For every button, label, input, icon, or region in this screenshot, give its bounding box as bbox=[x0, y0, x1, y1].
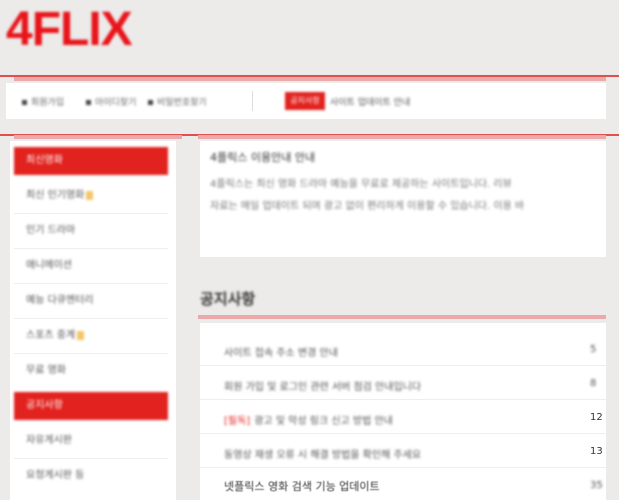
list-item-count: 8 bbox=[590, 378, 597, 389]
list-item-count: 5 bbox=[590, 344, 597, 355]
bullet-icon bbox=[86, 100, 91, 105]
find-password-link[interactable]: 비밀번호찾기 bbox=[148, 95, 207, 108]
sidebar-item-latest-movies[interactable]: 최신영화 bbox=[14, 147, 168, 175]
intro-line: 4플릭스는 최신 영화 드라마 예능을 무료로 제공하는 사이트입니다. 리뷰 bbox=[210, 179, 512, 190]
list-item-count: 35 bbox=[590, 480, 603, 491]
sidebar-item-request-board[interactable]: 요청게시판 등 bbox=[14, 462, 168, 490]
sidebar-item-free-movies[interactable]: 무료 영화 bbox=[14, 357, 168, 385]
list-item[interactable]: 사이트 접속 주소 변경 안내 5 bbox=[200, 333, 606, 366]
signup-link[interactable]: 회원가입 bbox=[22, 95, 64, 108]
list-item-title: 넷플릭스 영화 검색 기능 업데이트 bbox=[224, 480, 380, 493]
bullet-icon bbox=[148, 100, 153, 105]
sidebar-divider bbox=[14, 318, 168, 319]
hot-icon bbox=[86, 190, 94, 200]
section-band bbox=[198, 315, 606, 319]
bullet-icon bbox=[22, 100, 27, 105]
list-item-title: 회원 가입 및 로그인 관련 서버 점검 안내입니다 bbox=[224, 382, 422, 393]
sidebar-item-variety[interactable]: 예능 다큐멘터리 bbox=[14, 287, 168, 315]
list-item-count: 12 bbox=[590, 412, 603, 423]
top-bar: 회원가입 아이디찾기 비밀번호찾기 공지사항 사이트 업데이트 안내 bbox=[6, 83, 606, 119]
hot-icon bbox=[77, 330, 85, 340]
sidebar-divider bbox=[14, 213, 168, 214]
content-band bbox=[198, 135, 606, 139]
sidebar-band bbox=[14, 135, 182, 139]
find-id-link[interactable]: 아이디찾기 bbox=[86, 95, 136, 108]
sidebar-divider bbox=[14, 458, 168, 459]
list-item-title: 동영상 재생 오류 시 해결 방법을 확인해 주세요 bbox=[224, 450, 422, 461]
section-title: 공지사항 bbox=[200, 290, 256, 308]
sidebar-item-animation[interactable]: 애니메이션 bbox=[14, 252, 168, 280]
notice-list: 사이트 접속 주소 변경 안내 5 회원 가입 및 로그인 관련 서버 점검 안… bbox=[200, 323, 606, 500]
topbar-separator bbox=[252, 91, 253, 111]
intro-title: 4플릭스 이용안내 안내 bbox=[210, 151, 316, 164]
sidebar-divider bbox=[14, 353, 168, 354]
list-item[interactable]: 넷플릭스 영화 검색 기능 업데이트 35 bbox=[200, 469, 606, 500]
header-band bbox=[14, 77, 606, 81]
list-item-title: 사이트 접속 주소 변경 안내 bbox=[224, 348, 338, 359]
sidebar-menu: 최신영화 최신 인기영화 인기 드라마 애니메이션 예능 다큐멘터리 스포츠 중… bbox=[10, 141, 176, 500]
site-logo[interactable]: 4FLIX bbox=[6, 2, 133, 57]
intro-panel: 4플릭스 이용안내 안내 4플릭스는 최신 영화 드라마 예능을 무료로 제공하… bbox=[200, 141, 606, 257]
notice-ticker-text[interactable]: 사이트 업데이트 안내 bbox=[330, 95, 410, 108]
sidebar-item-notices[interactable]: 공지사항 bbox=[14, 392, 168, 420]
sidebar-divider bbox=[14, 248, 168, 249]
sidebar-item-free-board[interactable]: 자유게시판 bbox=[14, 427, 168, 455]
sidebar-item-dramas[interactable]: 인기 드라마 bbox=[14, 217, 168, 245]
sidebar-item-sports[interactable]: 스포츠 중계 bbox=[14, 322, 168, 350]
sidebar-item-popular-movies[interactable]: 최신 인기영화 bbox=[14, 182, 168, 210]
sidebar-divider bbox=[14, 283, 168, 284]
list-item-tag: [필독] bbox=[224, 416, 251, 427]
list-item-title: [필독] 광고 및 악성 링크 신고 방법 안내 bbox=[224, 416, 393, 427]
notice-badge[interactable]: 공지사항 bbox=[285, 92, 325, 110]
list-item[interactable]: [필독] 광고 및 악성 링크 신고 방법 안내 12 bbox=[200, 401, 606, 434]
list-item[interactable]: 동영상 재생 오류 시 해결 방법을 확인해 주세요 13 bbox=[200, 435, 606, 468]
intro-line: 자료는 매일 업데이트 되며 광고 없이 편리하게 이용할 수 있습니다. 이용… bbox=[210, 201, 525, 212]
list-item[interactable]: 회원 가입 및 로그인 관련 서버 점검 안내입니다 8 bbox=[200, 367, 606, 400]
list-item-count: 13 bbox=[590, 446, 603, 457]
